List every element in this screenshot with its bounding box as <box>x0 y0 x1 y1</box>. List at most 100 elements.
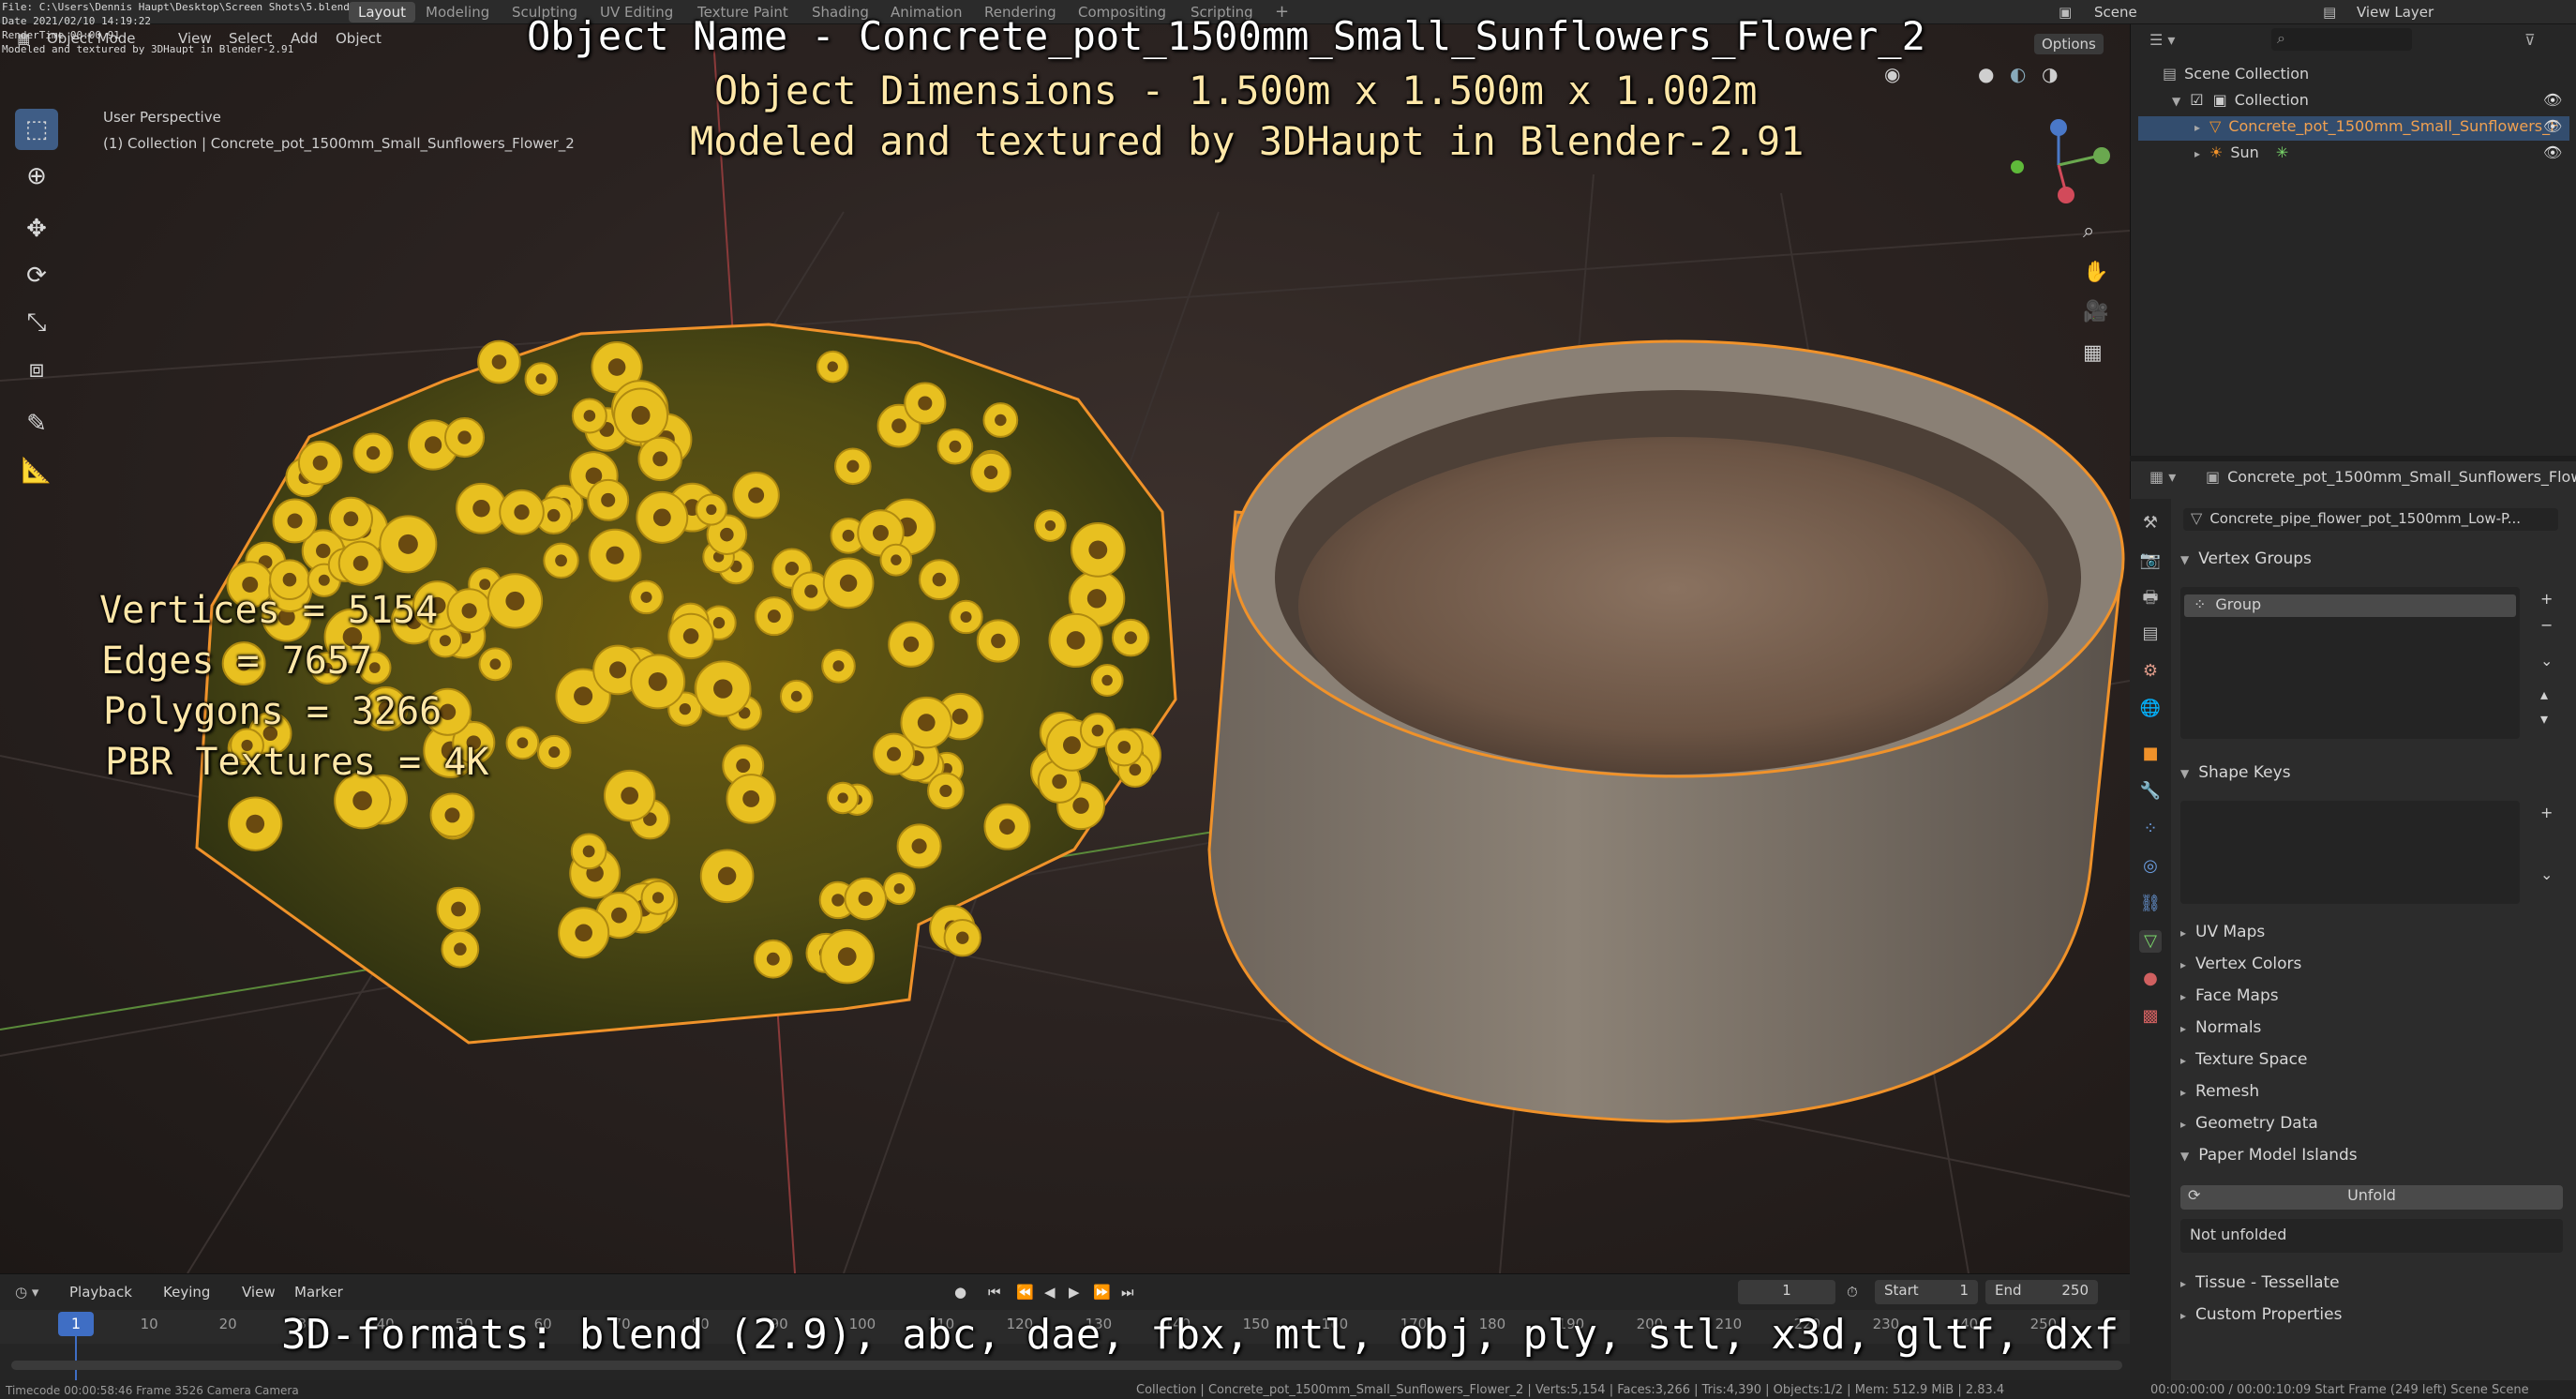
view-layer-tab-icon[interactable]: ▤ <box>2139 623 2162 645</box>
texture-tab-icon[interactable]: ▩ <box>2139 1005 2162 1028</box>
vertex-group-menu-chevron-icon[interactable]: ⌄ <box>2540 651 2553 671</box>
playback-menu[interactable]: Playback <box>69 1282 132 1302</box>
collection-row[interactable]: ▼ ☑ ▣ Collection <box>2172 90 2309 112</box>
transform-tool[interactable]: ⧈ <box>15 349 58 390</box>
tool-tab-icon[interactable]: ⚒ <box>2139 512 2162 534</box>
unfold-button[interactable]: ⟳ Unfold <box>2180 1185 2563 1210</box>
mesh-datablock-field[interactable]: ▽ Concrete_pipe_flower_pot_1500mm_Low-P..… <box>2183 508 2558 531</box>
play-reverse-icon[interactable]: ◀ <box>1044 1282 1056 1302</box>
add-shape-key-button[interactable]: + <box>2540 803 2553 823</box>
modifier-tab-icon[interactable]: 🔧 <box>2139 780 2162 803</box>
timeline-editor-icon[interactable]: ◷ ▾ <box>15 1282 38 1302</box>
ortho-grid-icon[interactable]: ▦ <box>2083 343 2103 364</box>
timeline-view-menu[interactable]: View <box>242 1282 276 1302</box>
outliner-display-mode-icon[interactable]: ☰ ▾ <box>2149 30 2175 51</box>
uv-maps-panel[interactable]: ▸ UV Maps <box>2180 923 2265 941</box>
shape-keys-list[interactable] <box>2180 801 2520 904</box>
playhead[interactable]: 1 <box>58 1312 94 1336</box>
keying-menu[interactable]: Keying <box>163 1282 210 1302</box>
prev-keyframe-icon[interactable]: ⏪ <box>1016 1282 1034 1302</box>
rotate-tool[interactable]: ⟳ <box>15 255 58 296</box>
next-keyframe-icon[interactable]: ⏩ <box>1093 1282 1111 1302</box>
filter-icon[interactable]: ⊽ <box>2524 30 2536 51</box>
jump-end-icon[interactable]: ⏭ <box>1121 1282 1134 1302</box>
tab-modeling[interactable]: Modeling <box>416 2 499 23</box>
render-tab-icon[interactable]: 📷 <box>2139 549 2162 572</box>
object-tab-icon[interactable]: ■ <box>2139 743 2162 765</box>
move-up-icon[interactable]: ▴ <box>2540 684 2548 705</box>
shading-rendered-icon[interactable]: ◑ <box>2042 64 2058 84</box>
sunflower-center <box>790 690 802 702</box>
scale-tool[interactable]: ⤡ <box>15 302 58 343</box>
mesh-data-tab-icon[interactable]: ▽ <box>2139 930 2162 953</box>
jump-start-icon[interactable]: ⏮ <box>988 1282 1001 1302</box>
scene-icon[interactable]: ▣ <box>2049 2 2081 23</box>
shading-material-icon[interactable]: ◐ <box>2010 64 2026 84</box>
end-frame-field[interactable]: End 250 <box>1985 1280 2098 1304</box>
outliner-search-input[interactable]: ⌕ <box>2271 28 2412 51</box>
move-tool[interactable]: ✥ <box>15 208 58 249</box>
vertex-group-item[interactable]: ⁘ Group <box>2184 594 2516 617</box>
play-icon[interactable]: ▶ <box>1069 1282 1080 1302</box>
pan-hand-icon[interactable]: ✋ <box>2083 263 2108 283</box>
refresh-icon[interactable]: ⟳ <box>2188 1185 2200 1206</box>
move-down-icon[interactable]: ▾ <box>2540 709 2548 730</box>
particles-tab-icon[interactable]: ⁘ <box>2139 818 2162 840</box>
remesh-panel[interactable]: ▸ Remesh <box>2180 1082 2259 1101</box>
record-icon[interactable]: ● <box>954 1282 966 1302</box>
scene-tab-icon[interactable]: ⚙ <box>2139 660 2162 683</box>
marker-menu[interactable]: Marker <box>294 1282 343 1302</box>
vertex-colors-panel[interactable]: ▸ Vertex Colors <box>2180 955 2301 973</box>
vertex-groups-label: Vertex Groups <box>2198 549 2312 568</box>
shape-key-menu-chevron-icon[interactable]: ⌄ <box>2540 865 2553 885</box>
options-dropdown[interactable]: Options <box>2034 34 2104 54</box>
view-layer-selector[interactable]: View Layer <box>2347 2 2443 23</box>
scene-selector[interactable]: Scene <box>2085 2 2147 23</box>
checkbox-icon[interactable]: ☑ <box>2190 91 2203 109</box>
custom-properties-panel[interactable]: ▸ Custom Properties <box>2180 1305 2342 1324</box>
tissue-tessellate-panel[interactable]: ▸ Tissue - Tessellate <box>2180 1273 2340 1292</box>
visibility-eye-icon[interactable]: 👁 <box>2543 90 2562 111</box>
timeline-scrollbar[interactable] <box>11 1361 2122 1370</box>
outliner-sun-row[interactable]: ▸ ☀ Sun ✳ <box>2194 143 2288 164</box>
select-box-tool[interactable]: ⬚ <box>15 109 58 150</box>
world-tab-icon[interactable]: 🌐 <box>2139 698 2162 720</box>
scene-collection-row[interactable]: ▤ Scene Collection <box>2163 64 2309 84</box>
viewport-perspective-label: User Perspective <box>103 109 221 126</box>
constraints-tab-icon[interactable]: ⛓ <box>2139 893 2162 915</box>
properties-editor-icon[interactable]: ▦ ▾ <box>2149 467 2176 488</box>
measure-tool[interactable]: 📐 <box>15 450 58 491</box>
view-layer-icon[interactable]: ▤ <box>2314 2 2345 23</box>
physics-tab-icon[interactable]: ◎ <box>2139 855 2162 878</box>
zoom-icon[interactable]: ⌕ <box>2083 221 2094 242</box>
visibility-eye-icon[interactable]: 👁 <box>2543 143 2562 163</box>
start-frame-field[interactable]: Start 1 <box>1875 1280 1978 1304</box>
current-frame-field[interactable]: 1 <box>1738 1280 1835 1304</box>
properties-object-name: ▣ Concrete_pot_1500mm_Small_Sunflowers_Fl… <box>2206 467 2576 488</box>
overlay-icon[interactable]: ◉ <box>1884 64 1900 84</box>
remove-vertex-group-button[interactable]: − <box>2540 615 2553 636</box>
vertex-groups-header[interactable]: ▼ Vertex Groups <box>2180 549 2312 568</box>
material-tab-icon[interactable]: ● <box>2139 968 2162 990</box>
add-vertex-group-button[interactable]: + <box>2540 589 2553 609</box>
mesh-object-icon: ▽ <box>2209 117 2222 135</box>
visibility-eye-icon[interactable]: 👁 <box>2543 116 2562 137</box>
face-maps-panel[interactable]: ▸ Face Maps <box>2180 986 2279 1005</box>
shape-keys-header[interactable]: ▼ Shape Keys <box>2180 763 2291 782</box>
sunflower-center <box>287 513 303 529</box>
geometry-data-panel[interactable]: ▸ Geometry Data <box>2180 1114 2318 1133</box>
sunflower-center <box>547 508 561 522</box>
annotate-tool[interactable]: ✎ <box>15 403 58 444</box>
stopwatch-icon[interactable]: ⏱ <box>1847 1282 1858 1302</box>
navigation-gizmo[interactable] <box>1997 113 2119 216</box>
camera-view-icon[interactable]: 🎥 <box>2083 302 2108 323</box>
ruler-tick-label: 10 <box>140 1316 158 1332</box>
outliner-object-row-selected[interactable]: ▸ ▽ Concrete_pot_1500mm_Small_Sunflowers_F <box>2138 116 2569 141</box>
sunflower-center <box>891 418 906 433</box>
cursor-tool[interactable]: ⊕ <box>15 156 58 197</box>
texture-space-panel[interactable]: ▸ Texture Space <box>2180 1050 2307 1069</box>
normals-panel[interactable]: ▸ Normals <box>2180 1018 2261 1037</box>
paper-model-islands-panel[interactable]: ▼ Paper Model Islands <box>2180 1146 2358 1165</box>
shading-solid-icon[interactable]: ● <box>1978 64 1994 84</box>
output-tab-icon[interactable]: 🖶 <box>2139 587 2162 609</box>
